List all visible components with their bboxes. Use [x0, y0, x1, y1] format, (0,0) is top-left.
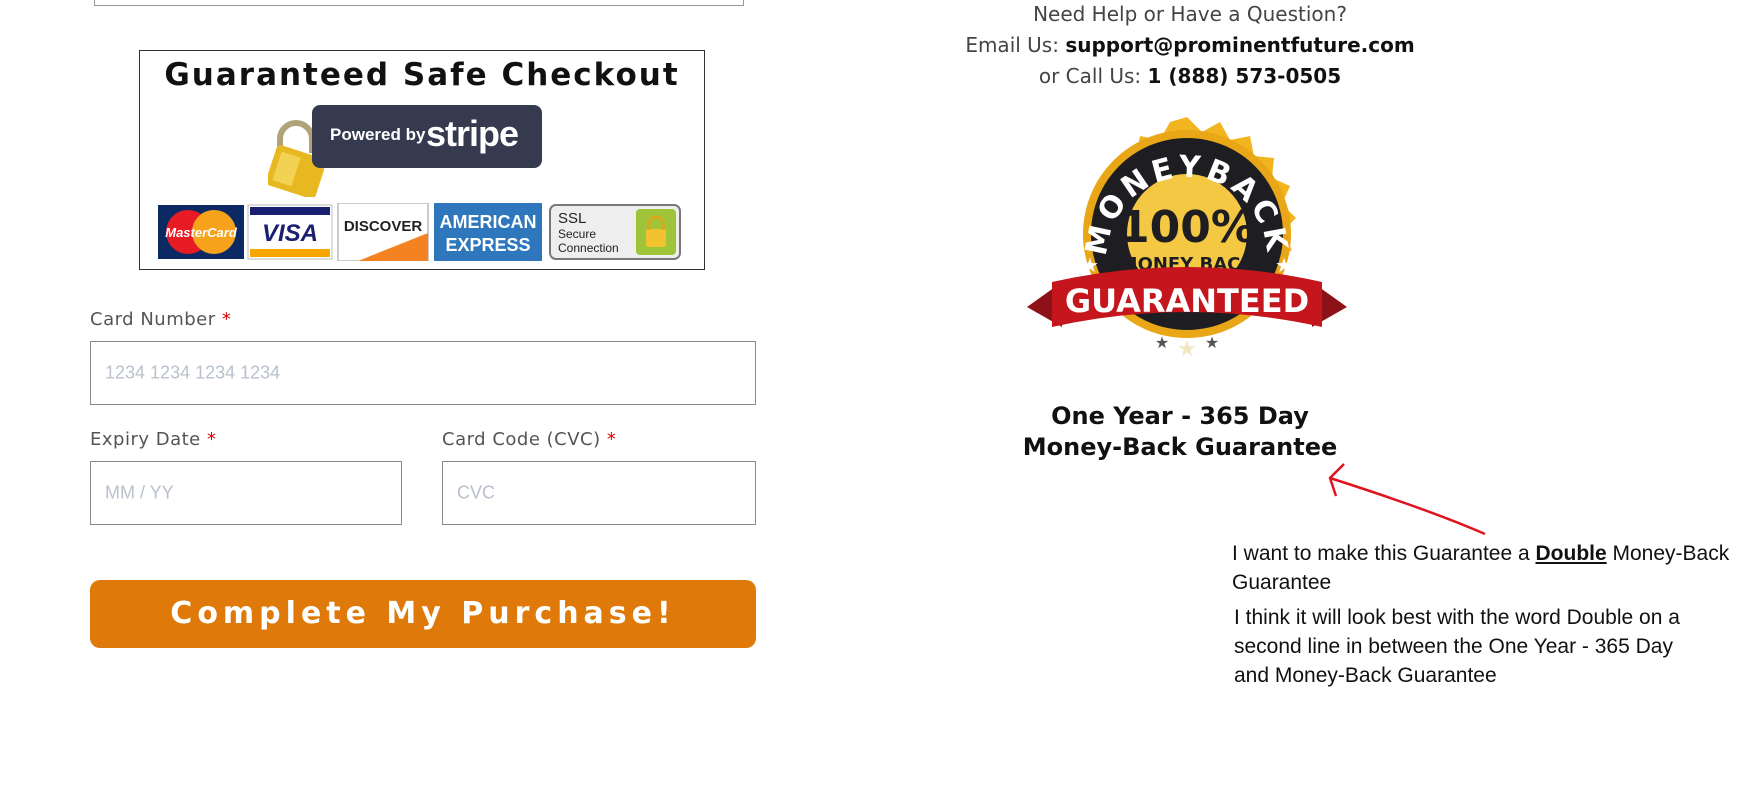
seal-guaranteed: GUARANTEED	[1065, 282, 1309, 320]
ssl-secure-logo: SSL Secure Connection	[549, 204, 681, 260]
discover-logo: DISCOVER	[337, 203, 429, 261]
visa-text: VISA	[262, 220, 318, 247]
seal-star-right: ★	[1275, 255, 1293, 277]
card-number-placeholder: 1234 1234 1234 1234	[105, 362, 281, 383]
safe-checkout-badge: Guaranteed Safe Checkout Powered by stri…	[139, 50, 705, 270]
previous-input-field[interactable]	[94, 0, 744, 6]
safe-checkout-title: Guaranteed Safe Checkout	[164, 57, 680, 93]
support-phone-link[interactable]: 1 (888) 573-0505	[1148, 64, 1342, 88]
annotation-arrow-icon	[1328, 463, 1486, 536]
seal-star-bottom: ★	[1177, 336, 1197, 361]
seal-star-left: ★	[1081, 255, 1099, 277]
seal-percent: 100%	[1119, 202, 1255, 253]
card-code-label: Card Code (CVC) *	[442, 429, 616, 450]
card-number-label: Card Number *	[90, 309, 231, 330]
money-back-seal-image: MONEYBACK 100% MONEY BACK ★ ★ GUARANTEED…	[1027, 117, 1347, 361]
amex-line2: EXPRESS	[445, 235, 530, 255]
annotation-1-emphasis: Double	[1535, 542, 1607, 565]
card-code-label-text: Card Code (CVC)	[442, 429, 601, 450]
annotation-1-before: I want to make this Guarantee a	[1232, 542, 1536, 565]
email-prefix: Email Us:	[965, 33, 1066, 57]
help-phone-line: or Call Us: 1 (888) 573-0505	[940, 64, 1440, 88]
complete-purchase-button[interactable]: Complete My Purchase!	[90, 580, 756, 648]
amex-line1: AMERICAN	[440, 212, 537, 232]
ssl-connection-text: Connection	[558, 241, 619, 255]
visa-logo: VISA	[247, 204, 333, 260]
help-question: Need Help or Have a Question?	[1033, 2, 1347, 26]
expiry-date-input[interactable]: MM / YY	[90, 461, 402, 525]
annotation-note-1: I want to make this Guarantee a Double M…	[1232, 539, 1732, 597]
mastercard-text: MasterCard	[165, 225, 238, 240]
discover-text: DISCOVER	[344, 218, 423, 235]
ssl-text: SSL	[558, 210, 586, 227]
support-email-link[interactable]: support@prominentfuture.com	[1065, 33, 1414, 57]
guarantee-line-1: One Year - 365 Day	[1051, 402, 1309, 430]
required-asterisk: *	[221, 309, 232, 330]
help-email-line: Email Us: support@prominentfuture.com	[940, 33, 1440, 57]
annotation-note-2: I think it will look best with the word …	[1234, 606, 1680, 687]
mastercard-logo: MasterCard	[158, 205, 244, 259]
expiry-date-label-text: Expiry Date	[90, 429, 201, 450]
powered-by-text: Powered by	[330, 125, 426, 144]
amex-logo: AMERICAN EXPRESS	[434, 203, 542, 261]
expiry-date-placeholder: MM / YY	[105, 482, 174, 503]
card-code-placeholder: CVC	[457, 482, 496, 503]
phone-prefix: or Call Us:	[1038, 64, 1148, 88]
card-code-input[interactable]: CVC	[442, 461, 756, 525]
card-number-input[interactable]: 1234 1234 1234 1234	[90, 341, 756, 405]
card-number-label-text: Card Number	[90, 309, 216, 330]
required-asterisk: *	[606, 429, 617, 450]
seal-star-bottom-right: ★	[1205, 335, 1219, 352]
ssl-secure-text: Secure	[558, 227, 596, 241]
required-asterisk: *	[206, 429, 217, 450]
card-logos-row: MasterCard VISA DISCOVER AMERICAN EXPRES…	[158, 203, 681, 261]
expiry-date-label: Expiry Date *	[90, 429, 216, 450]
stripe-wordmark: stripe	[426, 113, 519, 154]
seal-star-bottom-left: ★	[1155, 335, 1169, 352]
guarantee-line-2: Money-Back Guarantee	[1022, 433, 1338, 461]
powered-by-stripe-logo: Powered by stripe	[312, 105, 542, 168]
